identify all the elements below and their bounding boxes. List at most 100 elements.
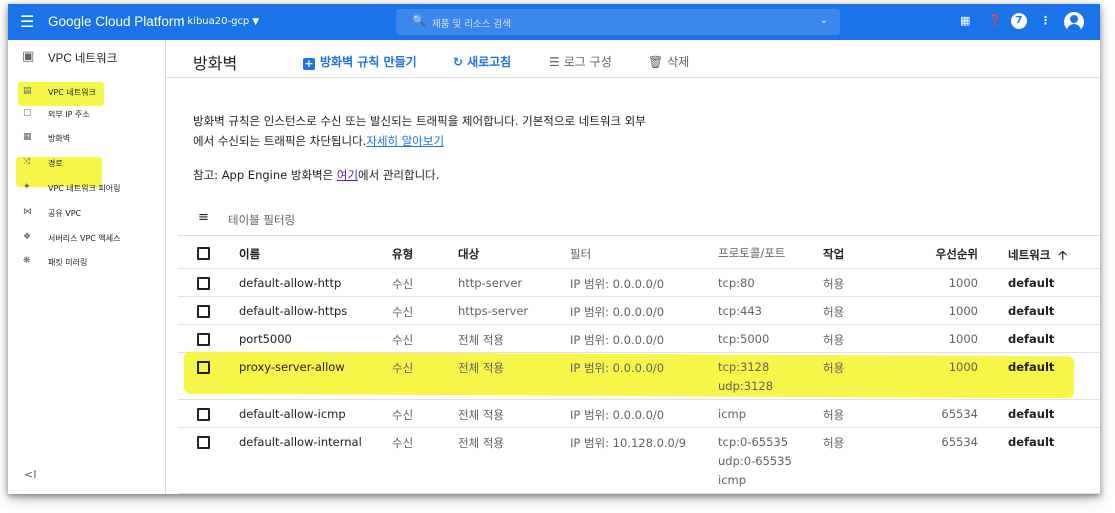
column-header-target[interactable]: 대상	[458, 246, 479, 262]
rule-network[interactable]: default	[1008, 276, 1054, 290]
row-checkbox[interactable]	[197, 305, 210, 318]
rule-name[interactable]: default-allow-https	[239, 304, 347, 318]
rule-filter: IP 범위: 10.128.0.0/9	[570, 436, 687, 450]
cloud-shell-icon[interactable]: ▦	[960, 14, 970, 28]
row-checkbox[interactable]	[197, 436, 210, 449]
table-row[interactable]: port5000 수신 전체 적용 IP 범위: 0.0.0.0/0 tcp:5…	[178, 325, 1100, 353]
table-row[interactable]: default-allow-internal 수신 전체 적용 IP 범위: 1…	[178, 428, 1100, 494]
help-icon[interactable]: ❓	[988, 14, 1002, 28]
table-header-row: 이름 유형 대상 필터 프로토콜/포트 작업 우선순위 네트워크 🡡	[178, 236, 1100, 269]
project-name: kibua20-gcp	[187, 16, 250, 27]
sidebar-item-label: 서버리스 VPC 액세스	[48, 234, 121, 243]
column-header-type[interactable]: 유형	[392, 246, 413, 262]
refresh-label: 새로고침	[467, 55, 512, 69]
table-row[interactable]: proxy-server-allow 수신 전체 적용 IP 범위: 0.0.0…	[178, 353, 1100, 400]
sidebar-item-shared-vpc[interactable]: ⋈ 공유 VPC	[8, 201, 166, 223]
rule-type: 수신	[392, 436, 414, 450]
sidebar-header: ▣ VPC 네트워크	[8, 40, 166, 75]
sidebar-item-routes[interactable]: ⤨ 경로	[8, 151, 166, 173]
trash-icon: 🗑	[648, 55, 664, 69]
column-header-filter[interactable]: 필터	[570, 246, 591, 262]
rule-name[interactable]: proxy-server-allow	[239, 360, 345, 374]
refresh-button[interactable]: ↻ 새로고침	[453, 53, 511, 70]
rule-type: 수신	[392, 333, 414, 347]
table-row[interactable]: default-allow-icmp 수신 전체 적용 IP 범위: 0.0.0…	[178, 400, 1100, 428]
sidebar-item-label: VPC 네트워크	[48, 88, 96, 97]
row-checkbox[interactable]	[197, 277, 210, 290]
rule-filter: IP 범위: 0.0.0.0/0	[570, 305, 665, 319]
learn-more-link[interactable]: 자세히 알아보기	[366, 134, 444, 148]
search-bar[interactable]: 🔍 제품 및 리소스 검색 ⌄	[396, 9, 840, 35]
rule-type: 수신	[392, 408, 414, 422]
search-expand-chevron-icon[interactable]: ⌄	[820, 15, 828, 26]
column-header-action[interactable]: 작업	[823, 246, 844, 262]
rule-action: 허용	[823, 436, 845, 450]
rule-protocol: tcp:0-65535 udp:0-65535 icmp	[718, 433, 792, 490]
notifications-badge[interactable]: 7	[1011, 13, 1027, 29]
configure-logs-button[interactable]: ☰ 로그 구성	[549, 53, 612, 70]
select-all-checkbox[interactable]	[197, 247, 210, 260]
rule-priority: 65534	[941, 435, 978, 449]
sidebar-item-firewall[interactable]: ▦ 방화벽	[8, 126, 166, 148]
app-engine-link[interactable]: 여기	[337, 168, 358, 182]
rule-priority: 1000	[948, 304, 978, 318]
row-checkbox[interactable]	[197, 361, 210, 374]
rule-name[interactable]: default-allow-internal	[239, 435, 362, 449]
rule-network[interactable]: default	[1008, 360, 1054, 374]
rule-protocol: tcp:80	[718, 276, 755, 290]
rule-action: 허용	[823, 408, 845, 422]
column-header-name[interactable]: 이름	[239, 246, 260, 262]
description-line-1: 방화벽 규칙은 인스턴스로 수신 또는 발신되는 트래픽을 제어합니다. 기본적…	[193, 114, 646, 128]
page-header: 방화벽 + 방화벽 규칙 만들기 ↻ 새로고침 ☰ 로그 구성 🗑 삭제	[166, 40, 1100, 78]
column-header-priority[interactable]: 우선순위	[868, 246, 978, 262]
rule-filter: IP 범위: 0.0.0.0/0	[570, 333, 665, 347]
table-row[interactable]: default-allow-http 수신 http-server IP 범위:…	[178, 269, 1100, 297]
app-title[interactable]: Google Cloud Platform	[48, 14, 185, 29]
rule-protocol: tcp:443	[718, 304, 762, 318]
protocol-line: icmp	[718, 473, 747, 487]
sidebar: ▣ VPC 네트워크 ▤ VPC 네트워크 ▢ 외부 IP 주소 ▦ 방화벽 ⤨…	[8, 40, 166, 494]
column-header-protocol[interactable]: 프로토콜/포트	[718, 244, 785, 263]
rule-target: http-server	[458, 276, 523, 290]
hamburger-menu-icon[interactable]: ☰	[20, 13, 34, 31]
collapse-sidebar-icon[interactable]: <I	[24, 468, 36, 481]
more-vert-icon[interactable]: ⋮	[1040, 14, 1051, 28]
delete-button[interactable]: 🗑 삭제	[648, 53, 689, 70]
rule-name[interactable]: port5000	[239, 332, 292, 346]
table-row[interactable]: default-allow-https 수신 https-server IP 범…	[178, 297, 1100, 325]
rule-type: 수신	[392, 361, 414, 375]
account-avatar-icon[interactable]	[1064, 12, 1084, 32]
column-header-network[interactable]: 네트워크 🡡	[1008, 246, 1067, 267]
sidebar-item-external-ip[interactable]: ▢ 외부 IP 주소	[8, 102, 166, 124]
firewall-icon: ▦	[23, 132, 32, 142]
create-label: 방화벽 규칙 만들기	[320, 55, 417, 69]
vpc-network-icon: ▤	[23, 86, 32, 96]
note-suffix: 에서 관리합니다.	[358, 168, 440, 182]
project-selector[interactable]: ⁝ kibua20-gcp ▼	[181, 16, 259, 27]
create-firewall-rule-button[interactable]: + 방화벽 규칙 만들기	[303, 53, 417, 70]
sidebar-item-vpc-network[interactable]: ▤ VPC 네트워크	[8, 80, 166, 102]
add-box-icon: +	[303, 57, 315, 70]
sidebar-item-peering[interactable]: ✦ VPC 네트워크 피어링	[8, 176, 166, 198]
sidebar-item-packet-mirroring[interactable]: ❋ 패킷 미러링	[8, 250, 166, 272]
rule-network[interactable]: default	[1008, 435, 1054, 449]
row-checkbox[interactable]	[197, 333, 210, 346]
rule-action: 허용	[823, 277, 845, 291]
rule-type: 수신	[392, 277, 414, 291]
rule-name[interactable]: default-allow-icmp	[239, 407, 346, 421]
routes-icon: ⤨	[23, 157, 31, 167]
rule-action: 허용	[823, 361, 845, 375]
rule-name[interactable]: default-allow-http	[239, 276, 341, 290]
rule-target: 전체 적용	[458, 333, 504, 347]
rule-priority: 1000	[948, 360, 978, 374]
rule-protocol: tcp:5000	[718, 332, 770, 346]
app-window: ☰ Google Cloud Platform ⁝ kibua20-gcp ▼ 🔍…	[8, 4, 1100, 494]
row-checkbox[interactable]	[197, 408, 210, 421]
sort-ascending-arrow-icon[interactable]: 🡡	[1058, 248, 1067, 262]
sidebar-item-label: 공유 VPC	[48, 209, 82, 218]
rule-network[interactable]: default	[1008, 332, 1054, 346]
sidebar-item-serverless-vpc[interactable]: ❖ 서버리스 VPC 액세스	[8, 226, 166, 248]
table-filter-bar[interactable]: ≡ 테이블 필터링	[178, 200, 1100, 236]
rule-network[interactable]: default	[1008, 407, 1054, 421]
rule-network[interactable]: default	[1008, 304, 1054, 318]
